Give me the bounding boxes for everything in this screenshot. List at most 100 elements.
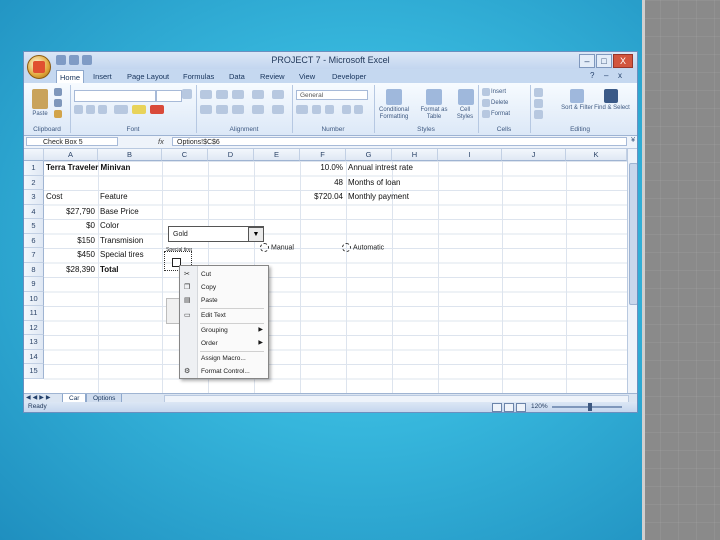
menu-item-format-control[interactable]: ⚙ Format Control... xyxy=(180,365,268,378)
page-break-view-icon[interactable] xyxy=(516,403,526,412)
tab-data[interactable]: Data xyxy=(226,70,248,83)
underline-icon[interactable] xyxy=(98,105,107,114)
format-as-table-icon[interactable] xyxy=(426,89,442,105)
sort-filter-icon[interactable] xyxy=(570,89,584,103)
menu-item-order[interactable]: Order ▶ xyxy=(180,337,268,350)
cell-a4[interactable]: $27,790 xyxy=(44,205,95,219)
percent-icon[interactable] xyxy=(312,105,321,114)
currency-icon[interactable] xyxy=(296,105,308,114)
cell-styles-button[interactable]: Cell Styles xyxy=(452,107,478,121)
cell-b6[interactable]: Transmision xyxy=(100,234,143,248)
row-header[interactable]: 12 xyxy=(24,320,44,335)
cell-b3[interactable]: Feature xyxy=(100,190,128,204)
align-middle-icon[interactable] xyxy=(216,90,228,99)
increase-decimal-icon[interactable] xyxy=(342,105,351,114)
sheet-nav-arrows-icon[interactable]: ◀◀▶▶ xyxy=(26,394,52,401)
paste-icon[interactable] xyxy=(32,89,48,109)
row-header[interactable]: 15 xyxy=(24,364,44,379)
formula-input[interactable]: Options!$C$6 xyxy=(172,137,627,146)
cell-g2[interactable]: Months of loan xyxy=(348,176,400,190)
cell-styles-icon[interactable] xyxy=(458,89,474,105)
column-header[interactable]: F xyxy=(300,149,346,161)
fill-icon[interactable] xyxy=(534,99,543,108)
align-right-icon[interactable] xyxy=(232,105,244,114)
format-as-table-button[interactable]: Format as Table xyxy=(416,107,452,121)
column-header[interactable]: A xyxy=(44,149,98,161)
cell-f3[interactable]: $720.04 xyxy=(290,190,343,204)
workbook-close-icon[interactable]: x xyxy=(618,71,622,80)
menu-item-paste[interactable]: ▤ Paste xyxy=(180,294,268,307)
row-header[interactable]: 10 xyxy=(24,291,44,306)
row-header[interactable]: 2 xyxy=(24,175,44,190)
row-header[interactable]: 13 xyxy=(24,335,44,350)
insert-function-icon[interactable]: fx xyxy=(158,136,164,147)
row-header[interactable]: 7 xyxy=(24,248,44,263)
cell-b7[interactable]: Special tires xyxy=(100,248,144,262)
column-header[interactable]: J xyxy=(502,149,566,161)
combo-dropdown-button[interactable]: ▼ xyxy=(248,227,264,242)
autosum-icon[interactable] xyxy=(534,88,543,97)
tab-view[interactable]: View xyxy=(296,70,318,83)
format-cells-button[interactable]: Format xyxy=(491,111,521,118)
format-cells-icon[interactable] xyxy=(482,110,490,118)
cell-b8[interactable]: Total xyxy=(100,263,119,277)
comma-icon[interactable] xyxy=(325,105,334,114)
font-name-input[interactable] xyxy=(74,90,156,102)
zoom-slider-knob[interactable] xyxy=(588,403,592,411)
row-header[interactable]: 11 xyxy=(24,306,44,321)
conditional-formatting-icon[interactable] xyxy=(386,89,402,105)
align-bottom-icon[interactable] xyxy=(232,90,244,99)
tab-review[interactable]: Review xyxy=(257,70,288,83)
column-header[interactable]: B xyxy=(98,149,162,161)
office-button[interactable] xyxy=(27,55,51,79)
tab-home[interactable]: Home xyxy=(56,70,85,84)
bold-icon[interactable] xyxy=(74,105,83,114)
font-size-input[interactable] xyxy=(156,90,182,102)
menu-item-edit-text[interactable]: ▭ Edit Text xyxy=(180,309,268,322)
zoom-level[interactable]: 120% xyxy=(531,402,548,412)
option-automatic[interactable]: Automatic xyxy=(342,243,384,252)
menu-item-assign-macro[interactable]: Assign Macro... xyxy=(180,352,268,365)
insert-cells-button[interactable]: Insert xyxy=(491,89,521,96)
select-all-button[interactable] xyxy=(24,149,44,161)
zoom-slider[interactable] xyxy=(552,406,622,408)
scroll-thumb[interactable] xyxy=(629,163,637,305)
copy-icon[interactable] xyxy=(54,99,62,107)
column-header[interactable]: C xyxy=(162,149,208,161)
column-header[interactable]: H xyxy=(392,149,438,161)
maximize-button[interactable]: □ xyxy=(596,54,612,68)
number-format-select[interactable]: General xyxy=(296,90,368,100)
option-manual[interactable]: Manual xyxy=(260,243,294,252)
column-header[interactable]: D xyxy=(208,149,254,161)
cell-a3[interactable]: Cost xyxy=(46,190,62,204)
cell-a8[interactable]: $28,390 xyxy=(44,263,95,277)
align-center-icon[interactable] xyxy=(216,105,228,114)
indent-icon[interactable] xyxy=(252,105,264,114)
row-header[interactable]: 14 xyxy=(24,349,44,364)
expand-formula-bar-icon[interactable]: ¥ xyxy=(631,137,635,144)
insert-cells-icon[interactable] xyxy=(482,88,490,96)
tab-developer[interactable]: Developer xyxy=(329,70,369,83)
close-button[interactable]: X xyxy=(613,54,633,68)
vertical-scrollbar[interactable] xyxy=(627,149,637,393)
delete-cells-button[interactable]: Delete xyxy=(491,100,521,107)
help-icon[interactable]: ? xyxy=(590,71,594,80)
cut-icon[interactable] xyxy=(54,88,62,96)
cell-a6[interactable]: $150 xyxy=(44,234,95,248)
cell-a1[interactable]: Terra Traveler Minivan xyxy=(46,161,130,175)
borders-icon[interactable] xyxy=(114,105,128,114)
row-header[interactable]: 8 xyxy=(24,262,44,277)
page-layout-view-icon[interactable] xyxy=(504,403,514,412)
align-left-icon[interactable] xyxy=(200,105,212,114)
column-header[interactable]: G xyxy=(346,149,392,161)
format-painter-icon[interactable] xyxy=(54,110,62,118)
tab-page-layout[interactable]: Page Layout xyxy=(124,70,172,83)
row-header[interactable]: 6 xyxy=(24,233,44,248)
delete-cells-icon[interactable] xyxy=(482,99,490,107)
cell-b4[interactable]: Base Price xyxy=(100,205,139,219)
menu-item-copy[interactable]: ❐ Copy xyxy=(180,281,268,294)
cell-f1[interactable]: 10.0% xyxy=(300,161,343,175)
find-select-icon[interactable] xyxy=(604,89,618,103)
name-box[interactable]: Check Box 5 xyxy=(26,137,118,146)
ribbon-minimize-icon[interactable]: – xyxy=(604,71,608,80)
